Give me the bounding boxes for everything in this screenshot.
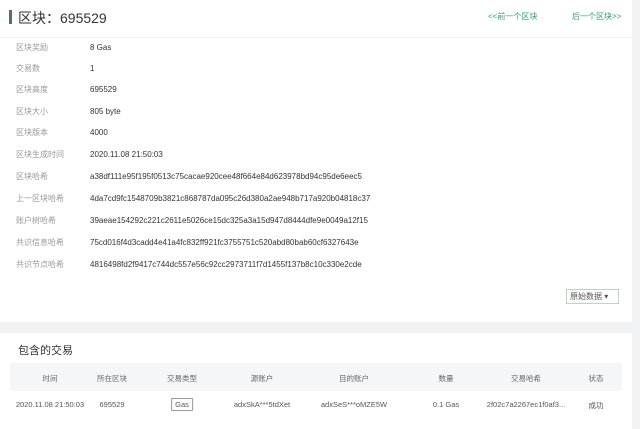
detail-value: 1 [90,64,95,73]
detail-label: 区块生成时间 [16,150,64,159]
detail-value: 2020.11.08 21:50:03 [90,150,163,159]
detail-value: 4000 [90,128,108,137]
detail-label: 区块版本 [16,128,48,137]
detail-label: 区块大小 [16,107,48,116]
detail-label: 上一区块哈希 [16,194,64,203]
title-accent-bar [9,10,12,24]
cell-amount: 0.1 Gas [432,400,460,409]
cell-status: 成功 [588,401,604,410]
detail-value: 695529 [90,85,117,94]
prev-block-link[interactable]: <<前一个区块 [488,11,537,22]
table-header: 时间 所在区块 交易类型 源账户 目的账户 数量 交易哈希 状态 [10,363,622,391]
detail-label: 区块哈希 [16,172,48,181]
column-header-time: 时间 [42,374,58,383]
column-header-from: 源账户 [250,374,274,383]
column-header-block: 所在区块 [97,374,127,383]
column-header-hash: 交易哈希 [511,374,541,383]
cell-from[interactable]: adxSkA***5tdXet [234,400,290,409]
detail-label: 交易数 [16,64,40,73]
detail-label: 账户树哈希 [16,216,56,225]
detail-value: 4816498fd2f9417c744dc557e56c92cc2973711f… [90,260,362,269]
column-header-to: 目的账户 [339,374,369,383]
page-title: 区块：695529 [18,10,107,26]
cell-to[interactable]: adxSeS***oMZE5W [321,400,387,409]
detail-value: 8 Gas [90,43,112,52]
column-header-amount: 数量 [438,374,454,383]
detail-label: 共识信息哈希 [16,238,64,247]
detail-label: 区块奖励 [16,43,48,52]
block-header: 区块：695529 <<前一个区块 后一个区块>> [0,0,632,38]
detail-value: 805 byte [90,107,121,116]
detail-label: 区块高度 [16,85,48,94]
next-block-link[interactable]: 后一个区块>> [572,11,621,22]
cell-hash[interactable]: 2f02c7a2267ec1f0af3... [487,400,565,409]
cell-type: Gas [171,398,193,411]
detail-value: 39aeae154292c221c2611e5026ce15dc325a3a15… [90,216,368,225]
type-tag: Gas [171,398,193,411]
detail-value: a38df111e95f195f0513c75cacae920cee48f664… [90,172,362,181]
raw-data-dropdown[interactable]: 原始数据 ▾ [566,289,619,304]
cell-time: 2020.11.08 21:50:03 [15,400,85,409]
detail-label: 共识节点哈希 [16,260,64,269]
transactions-title: 包含的交易 [18,345,73,357]
column-header-status: 状态 [588,374,604,383]
block-detail-panel: 区块：695529 <<前一个区块 后一个区块>> 区块奖励 8 Gas 交易数 1 区… [0,0,632,322]
cell-block: 695529 [99,400,125,409]
detail-value: 75cd016f4d3cadd4e41a4fc832ff921fc3755751… [90,238,359,247]
column-header-type: 交易类型 [167,374,197,383]
detail-value: 4da7cd9fc1548709b3821c868787da095c26d380… [90,194,371,203]
transactions-panel: 包含的交易 时间 所在区块 交易类型 源账户 目的账户 数量 交易哈希 状态 2020.11.… [0,333,632,429]
